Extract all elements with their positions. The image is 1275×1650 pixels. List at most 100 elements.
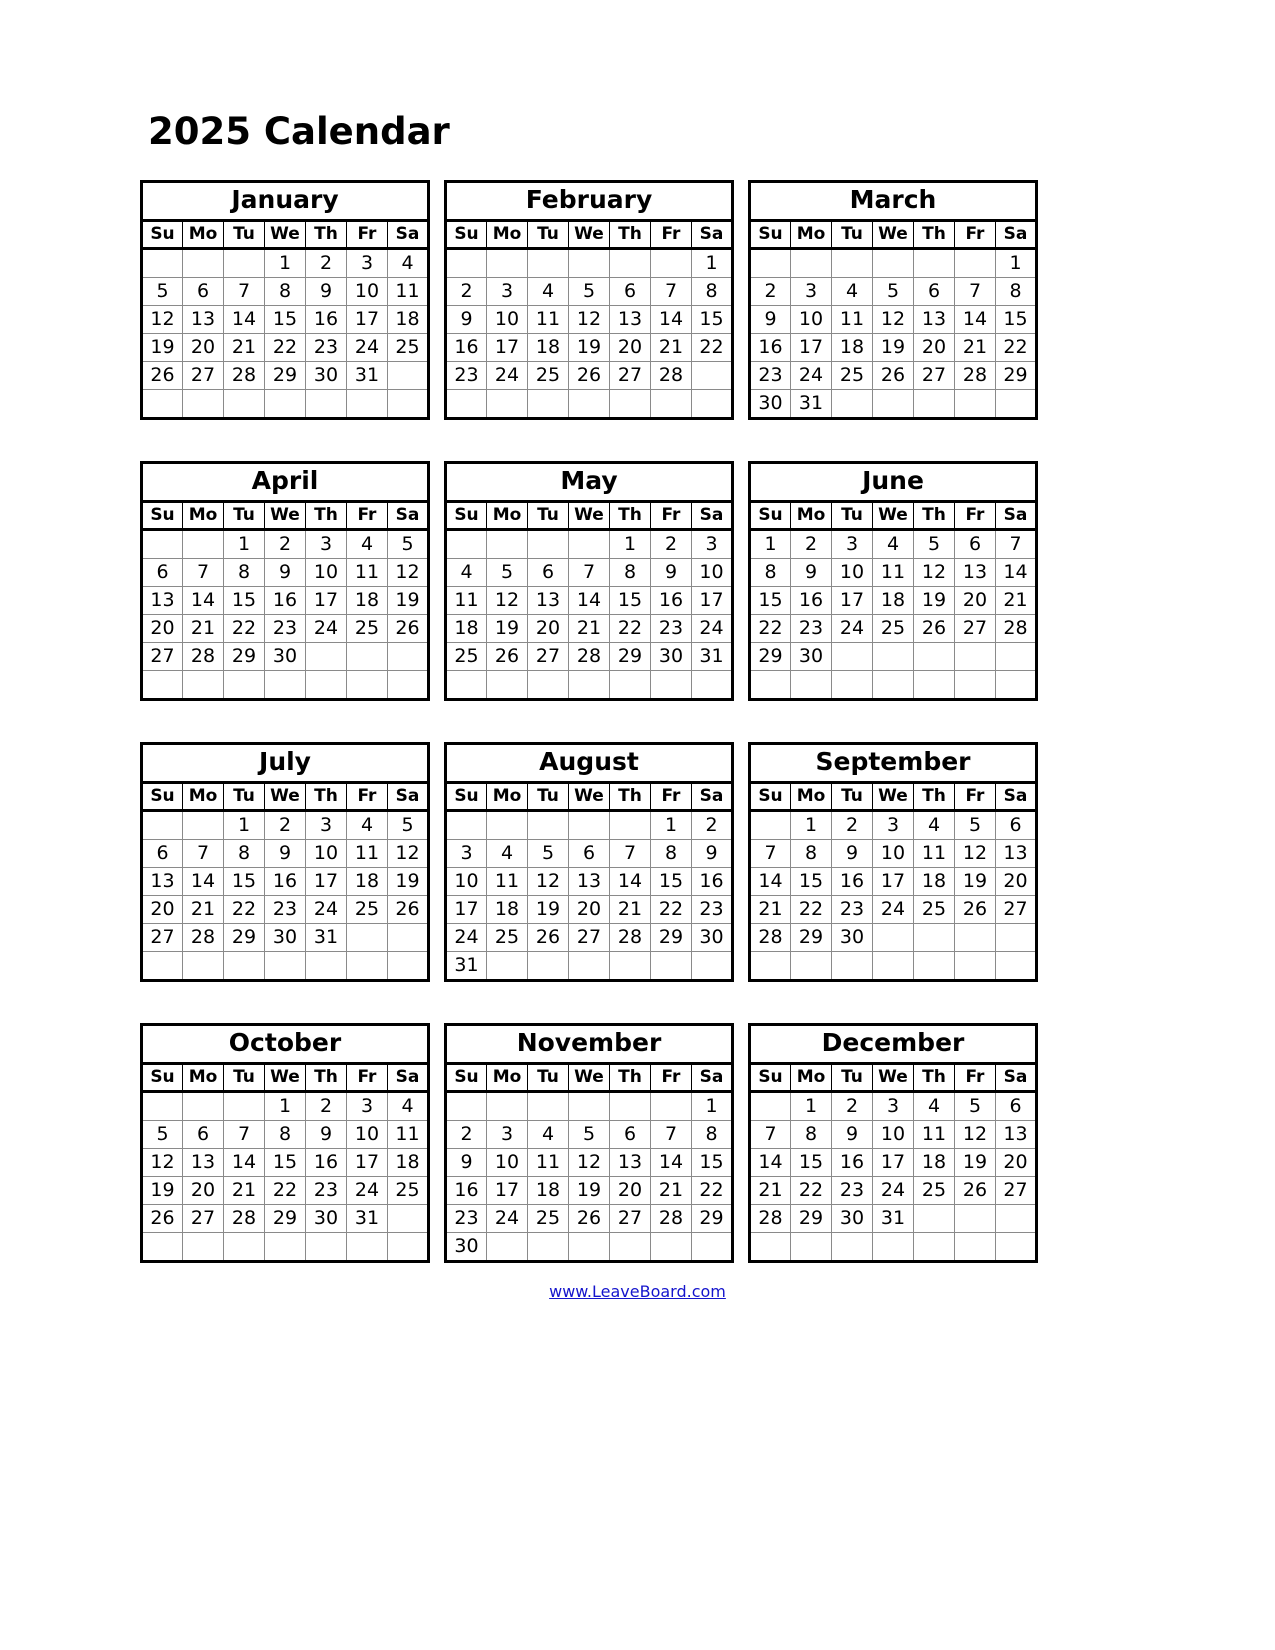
day-cell[interactable]: 17 (831, 586, 873, 615)
day-cell[interactable] (182, 670, 224, 700)
day-cell[interactable]: 12 (387, 839, 429, 868)
day-cell[interactable]: 4 (346, 810, 388, 840)
day-cell[interactable] (182, 248, 224, 278)
day-cell[interactable]: 21 (749, 895, 791, 924)
day-cell[interactable]: 21 (182, 895, 224, 924)
day-cell[interactable]: 4 (831, 277, 873, 306)
day-cell[interactable] (141, 951, 183, 981)
day-cell[interactable]: 22 (691, 333, 733, 362)
day-cell[interactable]: 4 (913, 1091, 955, 1121)
day-cell[interactable]: 6 (995, 810, 1037, 840)
day-cell[interactable] (954, 642, 996, 671)
day-cell[interactable]: 11 (872, 558, 914, 587)
day-cell[interactable]: 16 (264, 586, 306, 615)
day-cell[interactable]: 8 (995, 277, 1037, 306)
day-cell[interactable]: 19 (141, 333, 183, 362)
day-cell[interactable] (387, 923, 429, 952)
day-cell[interactable]: 14 (749, 867, 791, 896)
day-cell[interactable]: 17 (486, 1176, 528, 1205)
day-cell[interactable]: 11 (831, 305, 873, 334)
day-cell[interactable]: 1 (264, 1091, 306, 1121)
day-cell[interactable] (182, 529, 224, 559)
day-cell[interactable] (141, 670, 183, 700)
day-cell[interactable]: 21 (223, 1176, 265, 1205)
day-cell[interactable]: 8 (650, 839, 692, 868)
day-cell[interactable]: 29 (749, 642, 791, 671)
day-cell[interactable] (445, 248, 487, 278)
day-cell[interactable] (954, 923, 996, 952)
day-cell[interactable]: 6 (568, 839, 610, 868)
day-cell[interactable]: 7 (182, 839, 224, 868)
day-cell[interactable]: 3 (305, 529, 347, 559)
day-cell[interactable] (346, 670, 388, 700)
day-cell[interactable] (486, 810, 528, 840)
day-cell[interactable]: 27 (568, 923, 610, 952)
day-cell[interactable]: 7 (749, 1120, 791, 1149)
day-cell[interactable]: 7 (650, 277, 692, 306)
day-cell[interactable]: 5 (568, 277, 610, 306)
day-cell[interactable]: 31 (790, 389, 832, 419)
day-cell[interactable]: 28 (182, 923, 224, 952)
day-cell[interactable]: 27 (527, 642, 569, 671)
day-cell[interactable]: 10 (790, 305, 832, 334)
day-cell[interactable]: 8 (264, 1120, 306, 1149)
day-cell[interactable]: 7 (223, 277, 265, 306)
day-cell[interactable] (486, 389, 528, 419)
day-cell[interactable]: 29 (609, 642, 651, 671)
day-cell[interactable]: 19 (568, 1176, 610, 1205)
day-cell[interactable]: 8 (223, 839, 265, 868)
day-cell[interactable]: 24 (790, 361, 832, 390)
day-cell[interactable]: 13 (609, 305, 651, 334)
day-cell[interactable]: 24 (691, 614, 733, 643)
day-cell[interactable]: 7 (609, 839, 651, 868)
day-cell[interactable]: 18 (913, 1148, 955, 1177)
day-cell[interactable]: 21 (223, 333, 265, 362)
day-cell[interactable]: 18 (913, 867, 955, 896)
day-cell[interactable]: 3 (872, 810, 914, 840)
day-cell[interactable]: 29 (264, 361, 306, 390)
day-cell[interactable] (609, 389, 651, 419)
day-cell[interactable] (691, 1232, 733, 1262)
day-cell[interactable] (790, 1232, 832, 1262)
day-cell[interactable]: 16 (831, 1148, 873, 1177)
day-cell[interactable] (486, 951, 528, 981)
day-cell[interactable] (486, 1091, 528, 1121)
day-cell[interactable] (790, 670, 832, 700)
day-cell[interactable] (223, 1091, 265, 1121)
day-cell[interactable]: 21 (749, 1176, 791, 1205)
day-cell[interactable]: 4 (527, 1120, 569, 1149)
day-cell[interactable]: 27 (141, 642, 183, 671)
day-cell[interactable] (141, 389, 183, 419)
day-cell[interactable]: 1 (995, 248, 1037, 278)
day-cell[interactable]: 5 (387, 810, 429, 840)
day-cell[interactable]: 23 (831, 1176, 873, 1205)
day-cell[interactable]: 17 (872, 1148, 914, 1177)
day-cell[interactable]: 5 (913, 529, 955, 559)
day-cell[interactable]: 15 (691, 305, 733, 334)
day-cell[interactable] (141, 810, 183, 840)
day-cell[interactable]: 4 (387, 1091, 429, 1121)
day-cell[interactable] (913, 670, 955, 700)
day-cell[interactable]: 11 (527, 305, 569, 334)
day-cell[interactable]: 26 (954, 895, 996, 924)
day-cell[interactable]: 2 (264, 529, 306, 559)
day-cell[interactable]: 25 (486, 923, 528, 952)
day-cell[interactable]: 23 (691, 895, 733, 924)
day-cell[interactable] (954, 951, 996, 981)
day-cell[interactable]: 25 (445, 642, 487, 671)
day-cell[interactable] (995, 670, 1037, 700)
day-cell[interactable]: 11 (913, 839, 955, 868)
leaveboard-link[interactable]: www.LeaveBoard.com (549, 1282, 726, 1301)
day-cell[interactable] (182, 951, 224, 981)
day-cell[interactable]: 18 (445, 614, 487, 643)
day-cell[interactable] (691, 389, 733, 419)
day-cell[interactable] (527, 1232, 569, 1262)
day-cell[interactable]: 3 (872, 1091, 914, 1121)
day-cell[interactable]: 10 (486, 305, 528, 334)
day-cell[interactable]: 10 (445, 867, 487, 896)
day-cell[interactable]: 14 (609, 867, 651, 896)
day-cell[interactable]: 17 (305, 867, 347, 896)
day-cell[interactable]: 8 (691, 1120, 733, 1149)
day-cell[interactable]: 20 (141, 614, 183, 643)
day-cell[interactable]: 12 (387, 558, 429, 587)
